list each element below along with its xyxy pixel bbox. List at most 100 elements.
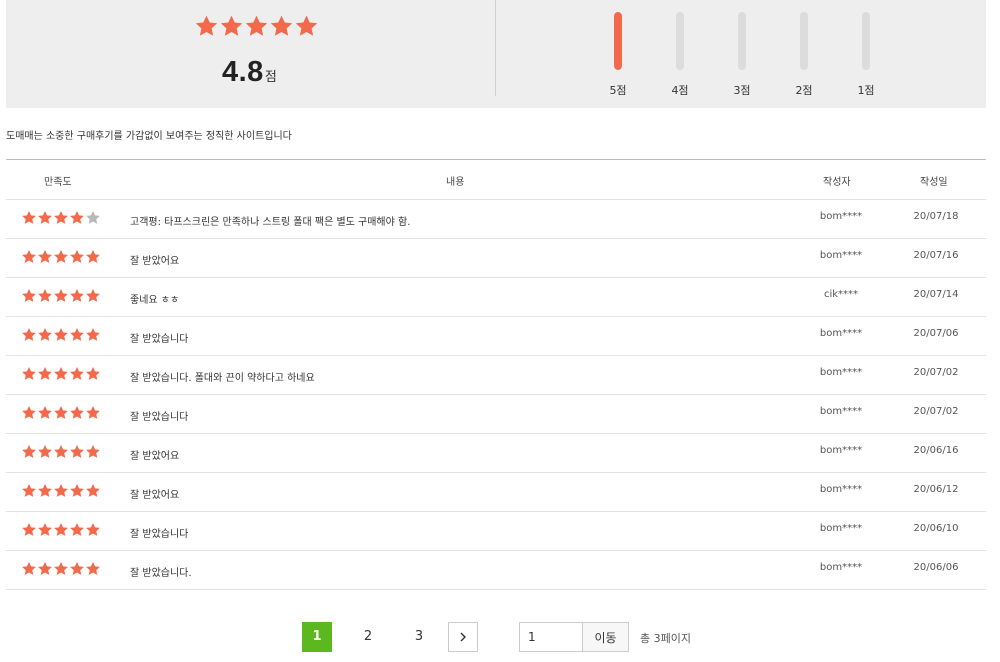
page-button-2[interactable]: 2 xyxy=(353,622,383,652)
page-button-1[interactable]: 1 xyxy=(302,622,332,652)
star-filled-icon xyxy=(54,523,68,536)
review-date: 20/07/02 xyxy=(913,406,959,417)
star-empty-icon xyxy=(86,211,100,224)
star-filled-icon xyxy=(70,562,84,575)
review-author: cik**** xyxy=(823,289,859,300)
star-filled-icon xyxy=(38,445,52,458)
go-page-button[interactable]: 이동 xyxy=(583,622,629,652)
distribution-label: 3점 xyxy=(733,84,751,97)
star-filled-icon xyxy=(22,250,36,263)
star-filled-icon xyxy=(70,406,84,419)
star-filled-icon xyxy=(22,406,36,419)
review-date: 20/06/06 xyxy=(913,562,959,573)
star-filled-icon xyxy=(38,484,52,497)
next-page-button[interactable] xyxy=(448,622,478,652)
table-row: 잘 받았어요 bom**** 20/06/16 xyxy=(6,434,986,473)
chevron-right-icon xyxy=(460,632,466,642)
star-filled-icon xyxy=(54,445,68,458)
star-filled-icon xyxy=(54,484,68,497)
review-author: bom**** xyxy=(819,250,863,261)
star-filled-icon xyxy=(22,484,36,497)
star-filled-icon xyxy=(70,289,84,302)
star-filled-icon xyxy=(86,562,100,575)
total-pages-label: 총 3페이지 xyxy=(640,632,691,645)
table-row: 잘 받았어요 bom**** 20/06/12 xyxy=(6,473,986,512)
star-filled-icon xyxy=(54,250,68,263)
distribution-label: 4점 xyxy=(671,84,689,97)
star-filled-icon xyxy=(38,250,52,263)
average-score-unit: 점 xyxy=(264,70,277,85)
star-filled-icon xyxy=(38,328,52,341)
review-author: bom**** xyxy=(819,523,863,534)
star-filled-icon xyxy=(54,211,68,224)
row-star-rating xyxy=(21,366,101,382)
distribution-item: 1점 xyxy=(851,12,881,98)
row-star-rating xyxy=(21,327,101,343)
row-star-rating xyxy=(21,444,101,460)
star-filled-icon xyxy=(22,211,36,224)
header-author: 작성자 xyxy=(823,177,851,188)
table-row: 잘 받았습니다 bom**** 20/07/02 xyxy=(6,395,986,434)
star-filled-icon xyxy=(70,367,84,380)
star-filled-icon xyxy=(70,211,84,224)
page-button-3[interactable]: 3 xyxy=(404,622,434,652)
star-filled-icon xyxy=(54,562,68,575)
average-star-rating xyxy=(194,14,319,39)
review-date: 20/06/12 xyxy=(913,484,959,495)
table-row: 잘 받았습니다. bom**** 20/06/06 xyxy=(6,551,986,590)
star-filled-icon xyxy=(38,289,52,302)
pagination: 123 이동 총 3페이지 xyxy=(0,622,1000,654)
distribution-label: 5점 xyxy=(609,84,627,97)
star-filled-icon xyxy=(38,523,52,536)
row-star-rating xyxy=(21,210,101,226)
header-content: 내용 xyxy=(446,177,465,188)
table-row: 잘 받았어요 bom**** 20/07/16 xyxy=(6,239,986,278)
star-filled-icon xyxy=(86,328,100,341)
row-star-rating xyxy=(21,522,101,538)
row-star-rating xyxy=(21,561,101,577)
star-filled-icon xyxy=(22,328,36,341)
table-row: 잘 받았습니다 bom**** 20/06/10 xyxy=(6,512,986,551)
review-author: bom**** xyxy=(819,484,863,495)
review-content: 좋네요 ㅎㅎ xyxy=(130,295,180,306)
review-date: 20/07/16 xyxy=(913,250,959,261)
review-date: 20/06/16 xyxy=(913,445,959,456)
review-author: bom**** xyxy=(819,367,863,378)
star-filled-icon xyxy=(22,367,36,380)
star-filled-icon xyxy=(220,15,243,36)
star-filled-icon xyxy=(54,328,68,341)
star-filled-icon xyxy=(70,445,84,458)
star-filled-icon xyxy=(22,445,36,458)
review-date: 20/07/18 xyxy=(913,211,959,222)
review-content: 잘 받았어요 xyxy=(130,451,180,462)
review-content: 잘 받았습니다 xyxy=(130,334,189,345)
star-filled-icon xyxy=(38,367,52,380)
review-author: bom**** xyxy=(819,562,863,573)
star-filled-icon xyxy=(86,523,100,536)
review-table: 만족도 내용 작성자 작성일 고객평: 타프스크린은 만족하나 스트링 폴대 팩… xyxy=(6,159,986,590)
distribution-item: 2점 xyxy=(789,12,819,98)
star-filled-icon xyxy=(70,523,84,536)
star-filled-icon xyxy=(22,289,36,302)
star-filled-icon xyxy=(86,289,100,302)
distribution-item: 5점 xyxy=(603,12,633,98)
header-rating: 만족도 xyxy=(44,177,72,188)
star-filled-icon xyxy=(86,484,100,497)
row-star-rating xyxy=(21,249,101,265)
page-number-input[interactable] xyxy=(519,622,583,652)
review-date: 20/07/14 xyxy=(913,289,959,300)
star-filled-icon xyxy=(70,250,84,263)
review-notice: 도매매는 소중한 구매후기를 가감없이 보여주는 정직한 사이트입니다 xyxy=(6,131,292,142)
review-content: 잘 받았어요 xyxy=(130,490,180,501)
star-filled-icon xyxy=(86,445,100,458)
star-filled-icon xyxy=(270,15,293,36)
star-filled-icon xyxy=(38,211,52,224)
table-row: 고객평: 타프스크린은 만족하나 스트링 폴대 팩은 별도 구매해야 함. bom… xyxy=(6,200,986,239)
star-filled-icon xyxy=(54,406,68,419)
star-filled-icon xyxy=(195,15,218,36)
table-row: 잘 받았습니다 bom**** 20/07/06 xyxy=(6,317,986,356)
review-author: bom**** xyxy=(819,406,863,417)
star-filled-icon xyxy=(295,15,318,36)
review-date: 20/06/10 xyxy=(913,523,959,534)
summary-divider xyxy=(495,0,496,96)
